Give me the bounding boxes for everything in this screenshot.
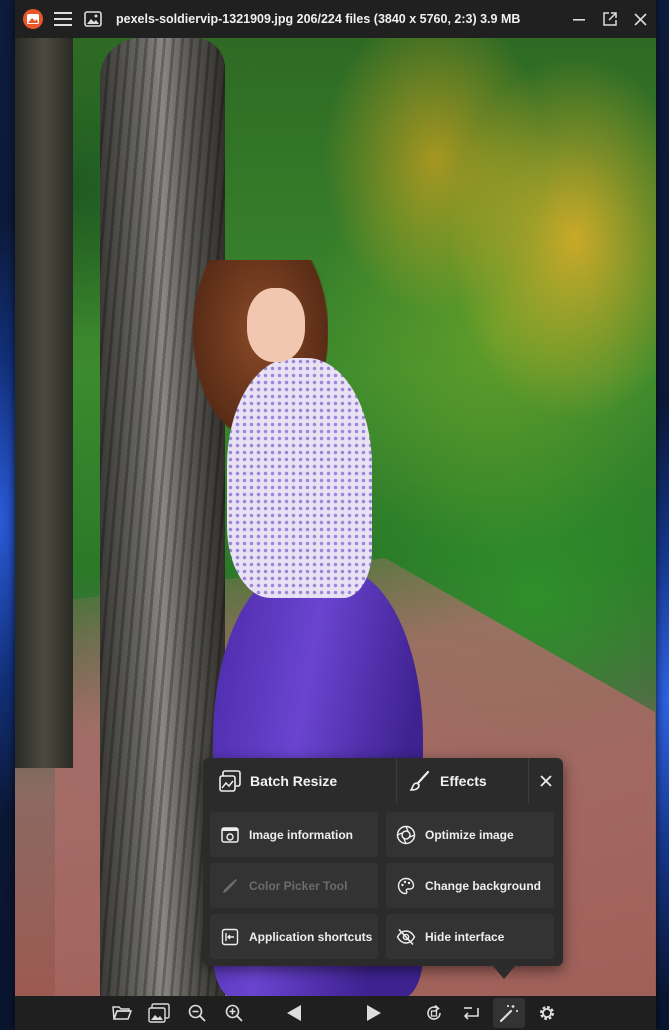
popup-header: Batch Resize Effects <box>203 758 563 804</box>
previous-image-icon[interactable] <box>278 998 310 1028</box>
viewer-window: pexels-soldiervip-1321909.jpg 206/224 fi… <box>15 0 656 1030</box>
tools-popup-menu: Batch Resize Effects Image information O… <box>203 758 563 979</box>
batch-resize-button[interactable]: Batch Resize <box>203 758 397 804</box>
image-information-label: Image information <box>249 827 354 842</box>
popup-close-icon <box>540 775 552 787</box>
window-title: pexels-soldiervip-1321909.jpg 206/224 fi… <box>116 12 521 26</box>
zoom-in-icon[interactable] <box>218 998 250 1028</box>
maximize-icon[interactable] <box>594 0 625 38</box>
batch-resize-label: Batch Resize <box>250 773 338 789</box>
application-shortcuts-label: Application shortcuts <box>249 929 373 944</box>
shortcut-icon <box>220 927 240 947</box>
optimize-image-button[interactable]: Optimize image <box>386 812 554 857</box>
photo-background-tree <box>15 38 73 768</box>
photo-subject-top <box>227 358 372 598</box>
bottom-toolbar <box>15 996 656 1030</box>
rotate-icon[interactable] <box>418 998 450 1028</box>
effects-label: Effects <box>440 773 487 789</box>
magic-wand-icon[interactable] <box>493 998 525 1028</box>
title-bar[interactable]: pexels-soldiervip-1321909.jpg 206/224 fi… <box>15 0 656 38</box>
hide-interface-button[interactable]: Hide interface <box>386 914 554 959</box>
close-icon[interactable] <box>625 0 656 38</box>
gallery-tool-icon[interactable] <box>143 998 175 1028</box>
color-picker-tool-label: Color Picker Tool <box>249 878 348 893</box>
menu-icon[interactable] <box>48 0 78 38</box>
next-image-icon[interactable] <box>358 998 390 1028</box>
application-shortcuts-button[interactable]: Application shortcuts <box>210 914 378 959</box>
batch-resize-icon <box>218 769 242 793</box>
palette-icon <box>396 876 416 896</box>
zoom-out-icon[interactable] <box>181 998 213 1028</box>
change-background-label: Change background <box>425 878 542 893</box>
brush-icon <box>408 769 432 793</box>
optimize-icon <box>396 825 416 845</box>
minimize-icon[interactable] <box>563 0 594 38</box>
settings-gear-icon[interactable] <box>531 998 563 1028</box>
open-folder-icon[interactable] <box>106 998 138 1028</box>
eyedropper-icon <box>220 876 240 896</box>
effects-button[interactable]: Effects <box>397 758 529 804</box>
eye-off-icon <box>396 927 416 947</box>
hide-interface-label: Hide interface <box>425 929 505 944</box>
photo-subject-face <box>247 288 305 362</box>
change-background-button[interactable]: Change background <box>386 863 554 908</box>
image-information-button[interactable]: Image information <box>210 812 378 857</box>
image-info-icon <box>220 825 240 845</box>
color-picker-tool-button[interactable]: Color Picker Tool <box>210 863 378 908</box>
app-logo-icon[interactable] <box>18 0 48 38</box>
popup-close-button[interactable] <box>529 758 563 804</box>
optimize-image-label: Optimize image <box>425 827 514 842</box>
flip-icon[interactable] <box>455 998 487 1028</box>
gallery-icon[interactable] <box>78 0 108 38</box>
